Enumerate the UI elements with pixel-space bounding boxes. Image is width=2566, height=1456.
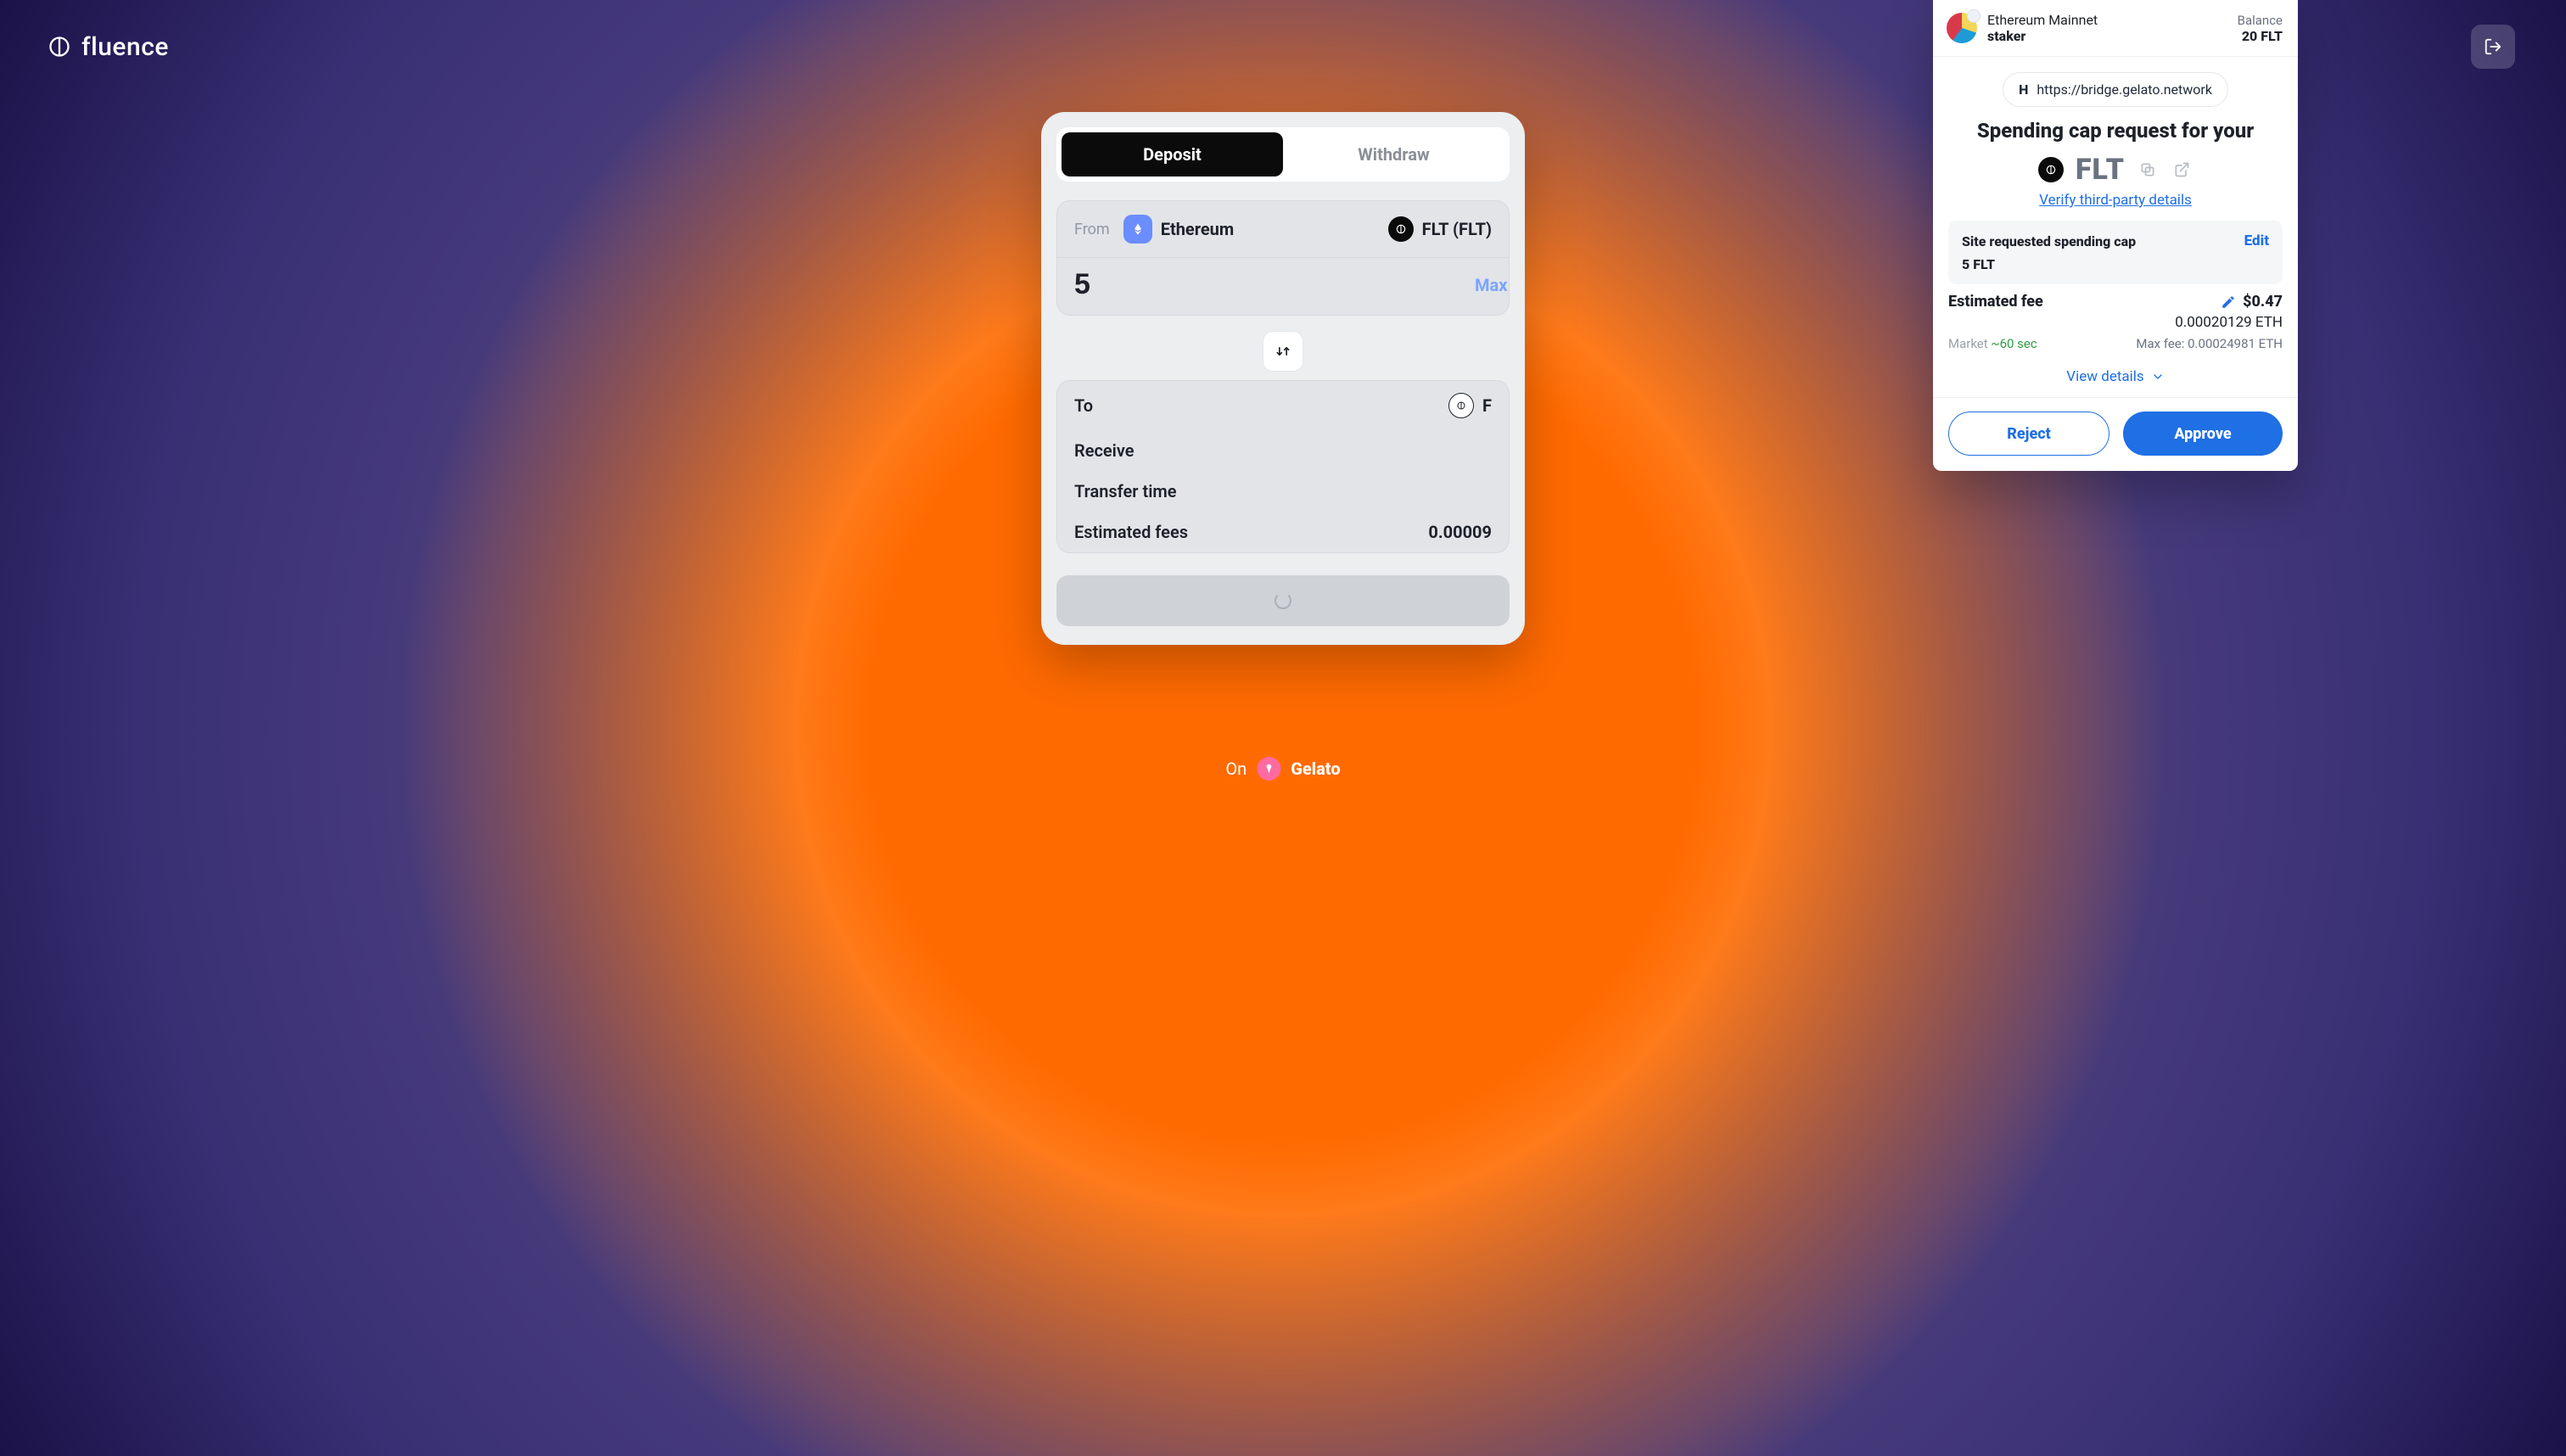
account-avatar-icon (1947, 13, 1977, 43)
external-link-icon[interactable] (2171, 159, 2193, 181)
loading-spinner-icon (1275, 592, 1291, 609)
estimated-fees-row: Estimated fees 0.00009 (1057, 512, 1509, 552)
from-chain-chip[interactable]: Ethereum (1123, 215, 1234, 244)
approve-button[interactable]: Approve (2123, 412, 2283, 456)
gelato-icon (1257, 757, 1280, 781)
tab-bar: Deposit Withdraw (1056, 127, 1510, 182)
on-label: On (1225, 759, 1247, 779)
transfer-time-label: Transfer time (1074, 481, 1177, 501)
powered-by: On Gelato (1225, 757, 1340, 781)
balance-value: 20 FLT (2238, 28, 2283, 44)
from-panel: From Ethereum FLT (FLT) Max 20 (1056, 200, 1510, 316)
wallet-account[interactable]: Ethereum Mainnet staker (1947, 12, 2098, 44)
from-row: From Ethereum FLT (FLT) (1057, 201, 1509, 258)
estimated-fees-label: Estimated fees (1074, 522, 1188, 542)
primary-cta[interactable] (1056, 575, 1510, 626)
wallet-title: Spending cap request for your (1933, 119, 2298, 143)
logout-icon (2484, 37, 2502, 56)
wallet-actions: Reject Approve (1933, 398, 2298, 471)
logout-button[interactable] (2471, 25, 2515, 69)
site-url: https://bridge.gelato.network (2037, 81, 2212, 98)
spending-cap-title: Site requested spending cap (1962, 233, 2136, 249)
network-name: Ethereum Mainnet (1987, 12, 2098, 28)
account-name: staker (1987, 28, 2098, 44)
from-label: From (1074, 221, 1110, 238)
swap-icon (1275, 343, 1291, 360)
to-label: To (1074, 395, 1093, 416)
fee-max-eth: 0.00024981 ETH (2188, 336, 2283, 351)
brand: fluence (48, 32, 169, 62)
fee-section: Estimated fee $0.47 0.00020129 ETH Marke… (1933, 284, 2298, 361)
swap-direction-button[interactable] (1263, 331, 1303, 372)
wallet-header: Ethereum Mainnet staker Balance 20 FLT (1933, 0, 2298, 57)
from-chain-name: Ethereum (1161, 219, 1234, 239)
spending-cap-amount: 5 FLT (1962, 256, 2269, 272)
token-symbol: FLT (2076, 153, 2125, 187)
site-chip[interactable]: H https://bridge.gelato.network (2003, 72, 2228, 107)
brand-name: fluence (81, 32, 169, 62)
tab-deposit[interactable]: Deposit (1062, 132, 1283, 176)
max-button[interactable]: Max (1475, 275, 1507, 295)
fee-max-label: Max fee: (2136, 336, 2184, 351)
edit-fee-icon[interactable] (2221, 294, 2236, 310)
token-row: FLT (1933, 153, 2298, 187)
edit-cap-button[interactable]: Edit (2244, 232, 2269, 249)
receive-label: Receive (1074, 440, 1135, 461)
fee-usd: $0.47 (2243, 293, 2283, 311)
spending-cap-box: Site requested spending cap Edit 5 FLT (1948, 221, 2283, 284)
wallet-balance: Balance 20 FLT (2238, 13, 2283, 44)
view-details-text: View details (2066, 368, 2143, 385)
reject-button[interactable]: Reject (1948, 412, 2109, 456)
fee-market: Market (1948, 336, 1988, 351)
to-token-initial: F (1482, 395, 1492, 416)
from-token-symbol: FLT (FLT) (1422, 219, 1492, 239)
account-meta: Ethereum Mainnet staker (1987, 12, 2098, 44)
transfer-time-row: Transfer time (1057, 471, 1509, 512)
to-panel: To F Receive Transfer time Estimated fee… (1056, 380, 1510, 553)
brand-icon (48, 35, 71, 59)
from-token-chip[interactable]: FLT (FLT) (1388, 216, 1492, 242)
estimated-fees-value: 0.00009 (1428, 522, 1492, 542)
wallet-popup: Ethereum Mainnet staker Balance 20 FLT H… (1933, 0, 2298, 471)
ethereum-icon (1123, 215, 1152, 244)
amount-input[interactable] (1074, 268, 1465, 301)
view-details-link[interactable]: View details (1933, 361, 2298, 398)
flt-icon (1388, 216, 1414, 242)
fee-eta: ~60 sec (1991, 336, 2037, 351)
site-icon: H (2019, 81, 2028, 98)
gelato-name: Gelato (1291, 759, 1340, 779)
tab-withdraw[interactable]: Withdraw (1283, 132, 1504, 176)
copy-icon[interactable] (2137, 159, 2159, 181)
fee-label: Estimated fee (1948, 293, 2043, 311)
balance-label: Balance (2238, 13, 2283, 28)
fee-eth: 0.00020129 ETH (1948, 314, 2283, 331)
swap-wrap (1056, 331, 1510, 372)
amount-row: Max 20 (1057, 258, 1509, 315)
to-token-chip[interactable]: F (1448, 393, 1492, 418)
to-row: To F (1057, 381, 1509, 430)
chevron-down-icon (2151, 370, 2165, 384)
flt-outline-icon (1448, 393, 1474, 418)
bridge-card: Deposit Withdraw From Ethereum FLT (FLT)… (1041, 112, 1525, 645)
receive-row: Receive (1057, 430, 1509, 471)
flt-icon (2038, 157, 2064, 182)
verify-link[interactable]: Verify third-party details (1933, 192, 2298, 209)
